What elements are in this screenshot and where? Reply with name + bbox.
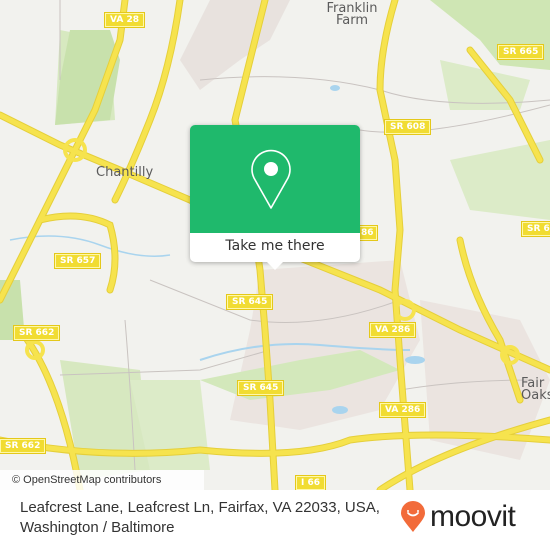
road-shield-sr-286-partial: 86	[357, 225, 378, 241]
road-shield-sr-657: SR 657	[53, 253, 102, 269]
road-shield-sr-665: SR 665	[496, 44, 545, 60]
map-view[interactable]: Chantilly Franklin Farm Fair Oaks VA 28 …	[0, 0, 550, 490]
place-label-chantilly: Chantilly	[96, 165, 154, 180]
pond	[332, 406, 348, 414]
place-label-franklin-farm: Franklin Farm	[326, 1, 378, 28]
road-shield-sr-662-lower: SR 662	[0, 438, 47, 454]
popup-pointer	[267, 262, 283, 270]
destination-popup[interactable]: Take me there	[190, 125, 360, 270]
moovit-wordmark: moovit	[430, 500, 516, 533]
address-text: Leafcrest Lane, Leafcrest Ln, Fairfax, V…	[20, 498, 390, 538]
road-shield-sr-662-upper: SR 662	[12, 325, 61, 341]
take-me-there-button[interactable]: Take me there	[190, 233, 360, 262]
moovit-pin-icon	[401, 501, 425, 532]
road-shield-sr-645-upper: SR 645	[225, 294, 274, 310]
road-shield-va-286-lower: VA 286	[378, 402, 427, 418]
road-shield-i-66: I 66	[294, 475, 327, 490]
address-line-1: Leafcrest Lane, Leafcrest Ln, Fairfax, V…	[20, 499, 380, 516]
popup-header	[190, 125, 360, 233]
footer: Leafcrest Lane, Leafcrest Ln, Fairfax, V…	[0, 490, 550, 550]
road-shield-va-28: VA 28	[104, 12, 145, 28]
address-line-2: Washington / Baltimore	[20, 519, 175, 536]
map-attribution[interactable]: © OpenStreetMap contributors	[0, 470, 204, 490]
pond	[330, 85, 340, 91]
location-pin-icon	[251, 149, 291, 209]
road-shield-va-286-upper: VA 286	[368, 322, 417, 338]
place-label-fair-oaks: Fair Oaks	[521, 376, 550, 403]
park-area	[430, 0, 550, 70]
road-shield-sr-608: SR 608	[383, 119, 432, 135]
road-shield-sr-645-lower: SR 645	[236, 380, 285, 396]
pond	[405, 356, 425, 364]
road-shield-sr-6xx: SR 6	[521, 221, 550, 237]
moovit-logo[interactable]: moovit	[400, 500, 516, 533]
